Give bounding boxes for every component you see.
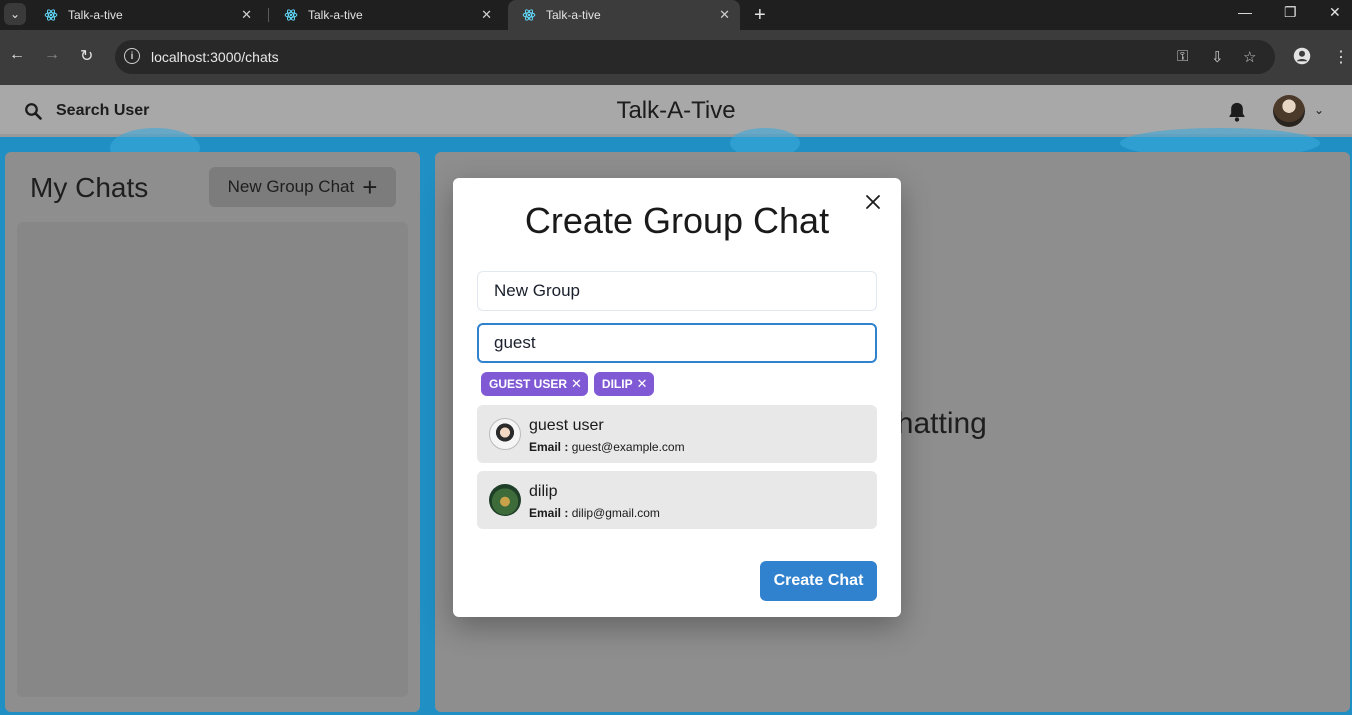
react-favicon-icon <box>284 9 298 21</box>
profile-icon[interactable] <box>1293 47 1311 70</box>
browser-tab-1[interactable]: Talk-a-tive ✕ <box>30 2 262 28</box>
forward-arrow-icon[interactable]: → <box>44 46 60 64</box>
back-arrow-icon[interactable]: ← <box>9 46 25 64</box>
tab-title: Talk-a-tive <box>68 8 123 22</box>
user-avatar[interactable] <box>1273 95 1305 127</box>
address-bar[interactable]: i localhost:3000/chats ⚿ ⇩ ☆ <box>115 40 1275 74</box>
user-name: dilip <box>529 483 558 500</box>
my-chats-title: My Chats <box>30 172 149 203</box>
bell-icon[interactable] <box>1227 101 1247 123</box>
chevron-down-icon[interactable]: ⌄ <box>1314 103 1324 117</box>
tab-search-icon[interactable]: ⌄ <box>4 3 26 25</box>
search-result-item[interactable]: dilip Email : dilip@gmail.com <box>477 471 877 529</box>
my-chats-panel: My Chats New Group Chat + <box>5 152 420 712</box>
new-tab-icon[interactable]: + <box>754 4 766 27</box>
reload-icon[interactable]: ↻ <box>80 46 93 66</box>
chat-list <box>17 222 408 697</box>
window-close-icon[interactable]: ✕ <box>1329 4 1341 21</box>
tab-close-icon[interactable]: ✕ <box>481 7 492 23</box>
create-group-modal: Create Group Chat New Group guest GUEST … <box>453 178 901 617</box>
browser-tab-3-active[interactable]: Talk-a-tive ✕ <box>508 0 740 30</box>
email-label: Email : <box>529 440 569 454</box>
create-chat-button[interactable]: Create Chat <box>760 561 877 601</box>
browser-tab-2[interactable]: Talk-a-tive ✕ <box>270 2 502 28</box>
install-app-icon[interactable]: ⇩ <box>1211 48 1224 66</box>
tab-title: Talk-a-tive <box>546 8 601 22</box>
url-text: localhost:3000/chats <box>151 49 279 65</box>
bookmark-star-icon[interactable]: ☆ <box>1243 48 1256 66</box>
new-group-chat-label: New Group Chat <box>227 177 355 196</box>
remove-icon[interactable]: ✕ <box>571 376 582 392</box>
browser-toolbar: ← → ↻ i localhost:3000/chats ⚿ ⇩ ☆ ⋮ <box>0 30 1352 85</box>
tab-close-icon[interactable]: ✕ <box>241 7 252 23</box>
user-badge[interactable]: GUEST USER ✕ <box>481 372 588 396</box>
modal-title: Create Group Chat <box>524 200 830 241</box>
tab-title: Talk-a-tive <box>308 8 363 22</box>
avatar <box>489 484 521 516</box>
user-name: guest user <box>529 417 604 434</box>
group-name-input[interactable]: New Group <box>477 271 877 311</box>
minimize-icon[interactable]: — <box>1238 4 1252 20</box>
remove-icon[interactable]: ✕ <box>637 376 648 392</box>
react-favicon-icon <box>44 9 58 21</box>
browser-menu-icon[interactable]: ⋮ <box>1333 47 1349 67</box>
app-title: Talk-A-Tive <box>616 97 736 124</box>
site-info-icon[interactable]: i <box>124 48 140 64</box>
tab-divider <box>268 8 269 22</box>
app-header: Search User Talk-A-Tive ⌄ <box>0 85 1352 137</box>
avatar <box>489 418 521 450</box>
plus-icon: + <box>362 172 378 202</box>
user-badge-label: DILIP <box>601 377 633 391</box>
user-email: Email : dilip@gmail.com <box>529 506 660 520</box>
restore-icon[interactable]: ❐ <box>1284 4 1297 21</box>
react-favicon-icon <box>522 9 536 21</box>
email-value: dilip@gmail.com <box>571 506 660 520</box>
search-result-item[interactable]: guest user Email : guest@example.com <box>477 405 877 463</box>
close-icon[interactable] <box>863 192 883 212</box>
add-users-search-input[interactable]: guest <box>477 323 877 363</box>
tab-close-icon[interactable]: ✕ <box>719 7 730 23</box>
user-email: Email : guest@example.com <box>529 440 685 454</box>
email-value: guest@example.com <box>571 440 685 454</box>
password-key-icon[interactable]: ⚿ <box>1177 48 1188 65</box>
new-group-chat-button[interactable]: New Group Chat + <box>209 167 396 207</box>
selected-users: GUEST USER ✕ DILIP ✕ <box>481 372 660 396</box>
email-label: Email : <box>529 506 569 520</box>
user-badge[interactable]: DILIP ✕ <box>593 372 654 396</box>
user-badge-label: GUEST USER <box>489 377 568 391</box>
